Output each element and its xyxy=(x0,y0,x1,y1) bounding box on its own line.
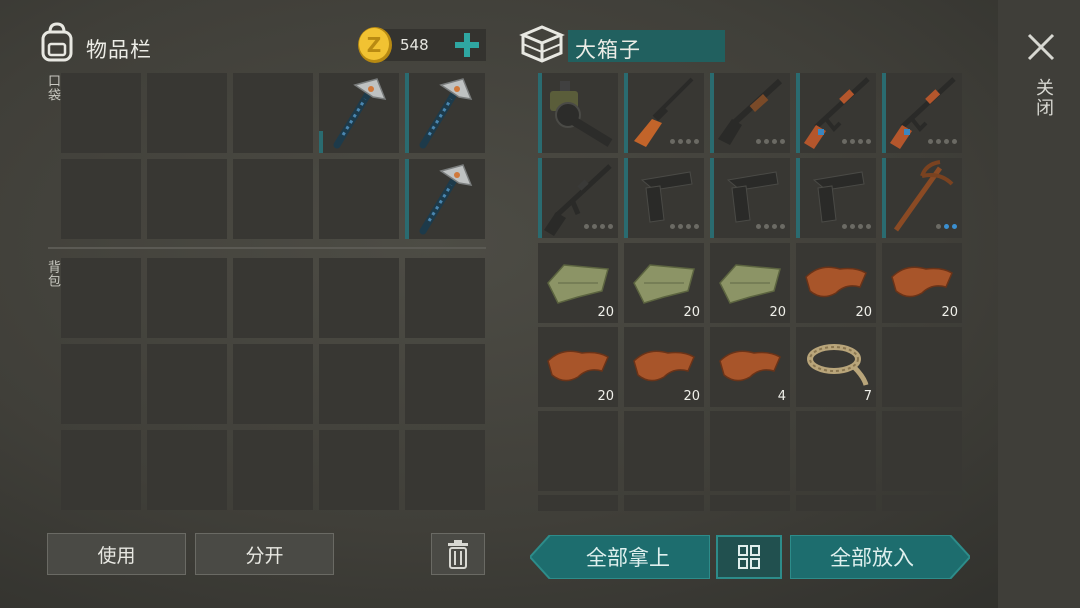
box-slot-pistol[interactable] xyxy=(624,158,704,238)
box-slot-cloth[interactable]: 20 xyxy=(710,243,790,323)
plus-icon xyxy=(455,33,479,57)
close-button[interactable] xyxy=(1024,30,1058,64)
backpack-slot[interactable] xyxy=(61,430,141,510)
backpack-slot[interactable] xyxy=(147,344,227,424)
box-slot-cloth[interactable]: 20 xyxy=(624,243,704,323)
box-slot[interactable] xyxy=(796,411,876,491)
box-slot-grenade-launcher[interactable] xyxy=(538,73,618,153)
pocket-slot[interactable] xyxy=(233,73,313,153)
backpack-slot[interactable] xyxy=(61,344,141,424)
box-slot-cloth[interactable]: 20 xyxy=(538,243,618,323)
section-divider xyxy=(48,247,486,249)
box-slot[interactable] xyxy=(882,495,962,511)
box-slot-pickaxe[interactable] xyxy=(882,158,962,238)
box-slot-leather[interactable]: 20 xyxy=(538,327,618,407)
close-label[interactable]: 关闭 xyxy=(1030,78,1056,118)
inventory-title: 物品栏 xyxy=(86,38,152,62)
item-count: 20 xyxy=(769,305,786,320)
backpack-slot[interactable] xyxy=(319,258,399,338)
backpack-slot[interactable] xyxy=(147,258,227,338)
take-all-label: 全部拿上 xyxy=(586,546,670,570)
backpack-slot[interactable] xyxy=(233,344,313,424)
item-count: 20 xyxy=(855,305,872,320)
box-slot-ak[interactable] xyxy=(796,73,876,153)
pocket-label: 口袋 xyxy=(45,74,60,102)
box-slot[interactable] xyxy=(624,495,704,511)
box-slot[interactable] xyxy=(624,411,704,491)
pocket-slot-hatchet[interactable] xyxy=(405,159,485,239)
box-title: 大箱子 xyxy=(575,38,641,62)
hatchet-icon xyxy=(419,164,473,235)
box-slot[interactable] xyxy=(710,411,790,491)
add-coins-button[interactable] xyxy=(452,30,482,60)
close-icon xyxy=(1027,33,1055,61)
box-slot-pistol[interactable] xyxy=(710,158,790,238)
backpack-slot[interactable] xyxy=(405,344,485,424)
box-slot-pistol[interactable] xyxy=(796,158,876,238)
take-all-button[interactable]: 全部拿上 xyxy=(530,535,710,579)
item-count: 7 xyxy=(863,389,872,404)
put-all-button[interactable]: 全部放入 xyxy=(790,535,970,579)
pocket-slot[interactable] xyxy=(147,159,227,239)
put-all-label: 全部放入 xyxy=(830,546,914,570)
box-slot[interactable] xyxy=(538,411,618,491)
backpack-icon xyxy=(38,22,76,62)
box-slot-leather[interactable]: 20 xyxy=(882,243,962,323)
sort-button[interactable] xyxy=(716,535,782,579)
backpack-slot[interactable] xyxy=(147,430,227,510)
item-count: 20 xyxy=(683,305,700,320)
backpack-slot[interactable] xyxy=(61,258,141,338)
item-count: 20 xyxy=(597,305,614,320)
backpack-slot[interactable] xyxy=(405,430,485,510)
crate-icon xyxy=(519,23,565,63)
item-count: 20 xyxy=(941,305,958,320)
svg-text:Z: Z xyxy=(367,33,382,57)
hatchet-icon xyxy=(333,78,387,149)
use-button[interactable]: 使用 xyxy=(47,533,186,575)
backpack-slot[interactable] xyxy=(233,258,313,338)
backpack-label: 背包 xyxy=(45,260,60,288)
box-slot-leather[interactable]: 20 xyxy=(796,243,876,323)
backpack-slot[interactable] xyxy=(319,430,399,510)
box-slot[interactable] xyxy=(882,327,962,407)
pocket-slot[interactable] xyxy=(61,73,141,153)
coin-icon: Z xyxy=(356,25,394,65)
pocket-slot[interactable] xyxy=(233,159,313,239)
trash-icon xyxy=(448,540,468,569)
box-slot-leather[interactable]: 4 xyxy=(710,327,790,407)
backpack-slot[interactable] xyxy=(233,430,313,510)
hatchet-icon xyxy=(419,78,473,149)
coin-amount: 548 xyxy=(400,36,429,54)
box-slot[interactable] xyxy=(710,495,790,511)
box-slot-m16[interactable] xyxy=(538,158,618,238)
sort-grid-icon xyxy=(738,545,760,569)
grenade-launcher-icon xyxy=(550,81,613,147)
backpack-slot[interactable] xyxy=(405,258,485,338)
item-count: 20 xyxy=(683,389,700,404)
trash-button[interactable] xyxy=(431,533,485,575)
item-count: 20 xyxy=(597,389,614,404)
box-slot-rifle[interactable] xyxy=(624,73,704,153)
backpack-slot[interactable] xyxy=(319,344,399,424)
pocket-slot[interactable] xyxy=(319,159,399,239)
split-button[interactable]: 分开 xyxy=(195,533,334,575)
box-slot[interactable] xyxy=(882,411,962,491)
pocket-slot[interactable] xyxy=(147,73,227,153)
pocket-slot[interactable] xyxy=(61,159,141,239)
box-slot[interactable] xyxy=(796,495,876,511)
item-count: 4 xyxy=(777,389,786,404)
box-slot-ak[interactable] xyxy=(882,73,962,153)
box-slot-leather[interactable]: 20 xyxy=(624,327,704,407)
pocket-slot-hatchet[interactable] xyxy=(319,73,399,153)
pocket-slot-hatchet[interactable] xyxy=(405,73,485,153)
box-slot-rope[interactable]: 7 xyxy=(796,327,876,407)
box-slot-shotgun[interactable] xyxy=(710,73,790,153)
box-slot[interactable] xyxy=(538,495,618,511)
